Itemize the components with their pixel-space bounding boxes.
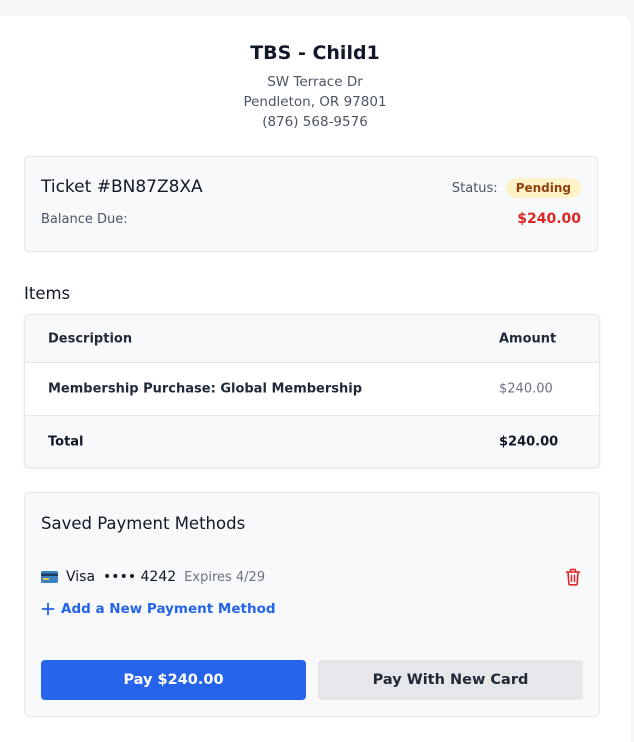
saved-payment-method[interactable]: Visa •••• 4242 Expires 4/29 bbox=[41, 569, 265, 585]
status-label: Status: bbox=[451, 180, 498, 196]
column-header-description: Description bbox=[48, 331, 133, 346]
ticket-summary-card: Ticket #BN87Z8XA Status: Pending Balance… bbox=[24, 156, 598, 252]
store-phone: (876) 568-9576 bbox=[262, 114, 368, 130]
store-address-line1: SW Terrace Dr bbox=[267, 74, 363, 90]
item-amount: $240.00 bbox=[499, 381, 553, 397]
payment-methods-heading: Saved Payment Methods bbox=[41, 514, 246, 533]
column-header-amount: Amount bbox=[499, 331, 557, 346]
pay-button[interactable]: Pay $240.00 bbox=[41, 660, 306, 700]
payment-methods-card: Saved Payment Methods Visa •••• 4242 Exp… bbox=[24, 492, 600, 717]
ticket-title: Ticket #BN87Z8XA bbox=[41, 177, 203, 197]
total-label: Total bbox=[48, 434, 84, 450]
pay-with-new-card-button[interactable]: Pay With New Card bbox=[318, 660, 583, 700]
ticket-status: Status: Pending bbox=[452, 178, 581, 198]
add-payment-method-link[interactable]: Add a New Payment Method bbox=[41, 601, 276, 617]
card-expiry: Expires 4/29 bbox=[184, 569, 266, 585]
checkout-page: TBS - Child1 SW Terrace Dr Pendleton, OR… bbox=[0, 16, 630, 742]
balance-due-amount: $240.00 bbox=[517, 211, 581, 227]
table-header-row: Description Amount bbox=[25, 315, 599, 363]
store-address-line2: Pendleton, OR 97801 bbox=[243, 94, 387, 110]
store-name: TBS - Child1 bbox=[250, 42, 380, 64]
table-total-row: Total $240.00 bbox=[25, 416, 599, 467]
balance-due-label: Balance Due: bbox=[41, 212, 128, 227]
total-amount: $240.00 bbox=[499, 434, 559, 450]
status-badge: Pending bbox=[505, 178, 581, 198]
card-brand: Visa bbox=[66, 569, 96, 585]
store-header: TBS - Child1 SW Terrace Dr Pendleton, OR… bbox=[0, 16, 630, 132]
card-number-mask: •••• 4242 bbox=[103, 569, 177, 585]
item-description: Membership Purchase: Global Membership bbox=[48, 381, 363, 397]
table-row: Membership Purchase: Global Membership $… bbox=[25, 363, 599, 416]
credit-card-icon bbox=[41, 571, 58, 583]
trash-icon[interactable] bbox=[565, 568, 581, 586]
add-payment-method-label: Add a New Payment Method bbox=[61, 601, 276, 617]
items-table: Description Amount Membership Purchase: … bbox=[24, 314, 600, 468]
items-heading: Items bbox=[24, 284, 71, 303]
plus-icon bbox=[41, 602, 55, 616]
